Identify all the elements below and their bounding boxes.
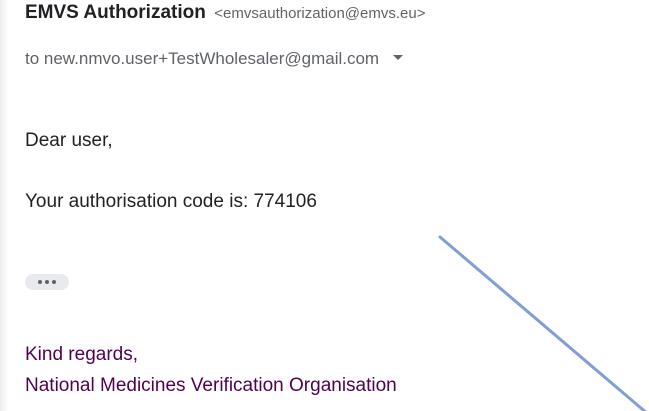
greeting-text: Dear user, — [25, 130, 113, 151]
sender-row: EMVS Authorization <emvsauthorization@em… — [25, 2, 425, 24]
more-horizontal-icon — [38, 280, 42, 284]
authorisation-code-text: Your authorisation code is: 774106 — [25, 191, 317, 212]
email-message-view: EMVS Authorization <emvsauthorization@em… — [0, 0, 649, 411]
sender-email: <emvsauthorization@emvs.eu> — [214, 5, 426, 22]
show-trimmed-content-button[interactable] — [25, 274, 69, 290]
signature-closing: Kind regards, — [25, 344, 139, 365]
signature-organisation: National Medicines Verification Organisa… — [25, 375, 397, 396]
pane-divider — [0, 0, 8, 411]
recipient-row: to new.nmvo.user+TestWholesaler@gmail.co… — [25, 49, 403, 69]
chevron-down-icon[interactable] — [392, 55, 403, 61]
more-horizontal-icon — [45, 280, 49, 284]
more-horizontal-icon — [52, 280, 56, 284]
recipient-text: to new.nmvo.user+TestWholesaler@gmail.co… — [25, 49, 380, 68]
sender-name[interactable]: EMVS Authorization — [25, 2, 206, 23]
annotation-arrow-line — [438, 235, 647, 411]
